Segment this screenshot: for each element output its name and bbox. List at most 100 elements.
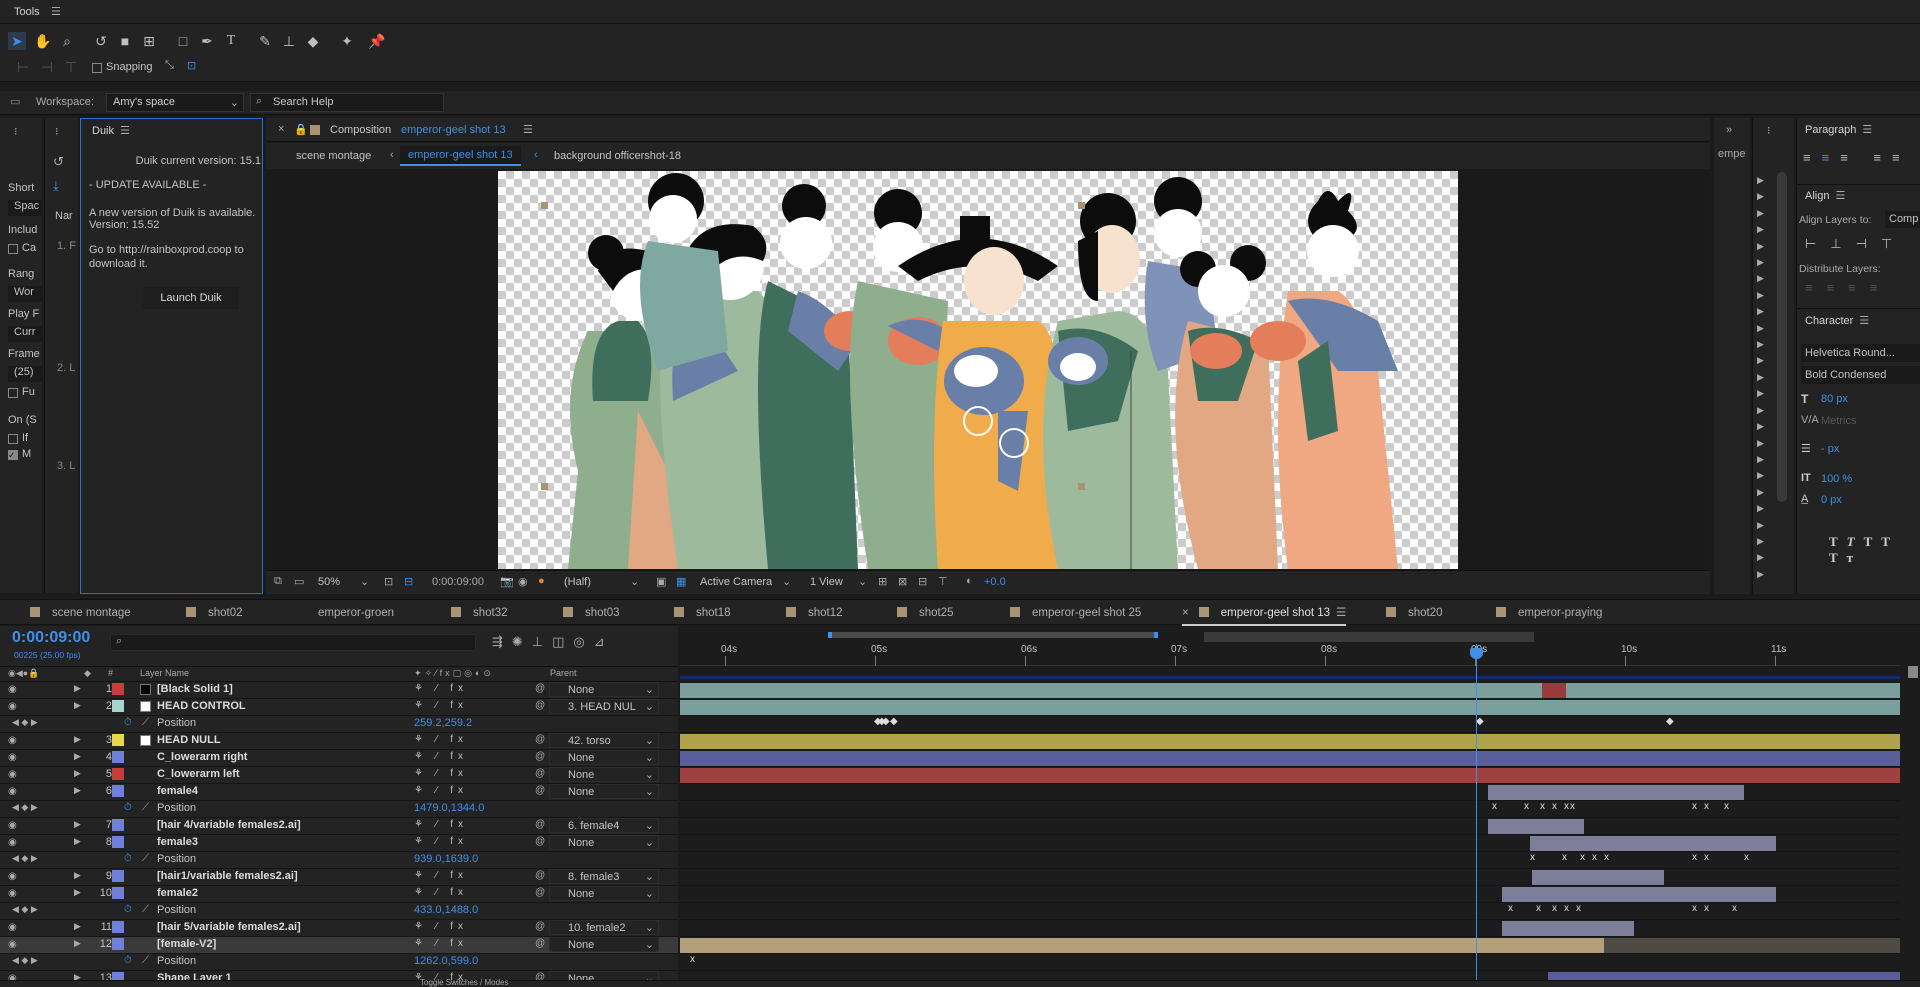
- layer-switches[interactable]: ⚘ ⁄ fx: [414, 819, 468, 830]
- property-row[interactable]: ◀ ◆ ▶ ⏱ ⟋ Position 1479.0,1344.0: [0, 801, 678, 818]
- pick-whip-icon[interactable]: @: [535, 700, 545, 711]
- layer-duration-bar[interactable]: [1532, 870, 1664, 885]
- brush-tool-icon[interactable]: ✎: [256, 32, 274, 50]
- property-value[interactable]: 1262.0,599.0: [414, 955, 478, 967]
- keyframe[interactable]: x: [1692, 852, 1697, 863]
- pick-whip-icon[interactable]: @: [535, 819, 545, 830]
- keyframe[interactable]: x: [1492, 801, 1497, 812]
- layer-duration-bar[interactable]: [680, 751, 1900, 766]
- layer-name[interactable]: [hair 4/variable females2.ai]: [157, 819, 301, 831]
- pick-whip-icon[interactable]: @: [535, 751, 545, 762]
- layer-name[interactable]: female4: [157, 785, 198, 797]
- align-layer-buttons[interactable]: ⊢⊥⊣⊤: [1805, 236, 1906, 252]
- keyframe[interactable]: x: [1724, 801, 1729, 812]
- duik-menu-icon[interactable]: ☰: [120, 119, 130, 143]
- layer-name[interactable]: HEAD NULL: [157, 734, 221, 746]
- layer-switches[interactable]: ⚘ ⁄ fx: [414, 785, 468, 796]
- layer-duration-bar[interactable]: [680, 734, 1900, 749]
- stopwatch-icon[interactable]: ⏱: [124, 853, 132, 864]
- left-select-3[interactable]: (25): [8, 366, 42, 382]
- keyframe[interactable]: x: [1530, 852, 1535, 863]
- clone-stamp-tool-icon[interactable]: ⊥: [280, 32, 298, 50]
- left-select-2[interactable]: Curr: [8, 326, 42, 342]
- layer-row[interactable]: ◉ ▶ 4 C_lowerarm right ⚘ ⁄ fx None ⌄ @: [0, 750, 678, 767]
- left-panel-menu-icon[interactable]: ⁝: [14, 125, 18, 138]
- keyframe-nav-icons[interactable]: ◀ ◆ ▶: [12, 955, 38, 966]
- label-color[interactable]: [112, 683, 124, 695]
- timeline-icon[interactable]: ⊟: [918, 575, 927, 588]
- toggle-pixel-icon[interactable]: ⊞: [878, 575, 887, 588]
- label-color[interactable]: [112, 700, 124, 712]
- zoom-select[interactable]: 50% ⌄: [314, 574, 374, 591]
- timeline-tab-1[interactable]: shot02: [186, 600, 243, 626]
- right-panel-collapse-icon[interactable]: »: [1726, 124, 1732, 136]
- leading-value[interactable]: - px: [1821, 443, 1839, 455]
- roi-icon[interactable]: ▣: [656, 575, 666, 588]
- label-color[interactable]: [112, 938, 124, 950]
- layer-row[interactable]: ◉ ▶ 11 [hair 5/variable females2.ai] ⚘ ⁄ fx 1…: [0, 920, 678, 937]
- type-tool-icon[interactable]: T: [222, 32, 240, 50]
- property-value[interactable]: 1479.0,1344.0: [414, 802, 484, 814]
- expand-triangle-icon[interactable]: ▶: [74, 751, 81, 762]
- layer-duration-bar[interactable]: [680, 683, 1900, 698]
- breadcrumb-item-active[interactable]: emperor-geel shot 13: [400, 146, 521, 166]
- property-row[interactable]: ◀ ◆ ▶ ⏱ ⟋ Position 259.2,259.2: [0, 716, 678, 733]
- visibility-eye-icon[interactable]: ◉: [8, 922, 20, 934]
- visibility-eye-icon[interactable]: ◉: [8, 837, 20, 849]
- layer-switches[interactable]: ⚘ ⁄ fx: [414, 768, 468, 779]
- keyframe[interactable]: x: [1570, 801, 1575, 812]
- time-ruler[interactable]: 04s05s06s07s08s09s10s11s: [680, 644, 1900, 666]
- comp-menu-icon[interactable]: ☰: [523, 123, 533, 136]
- stopwatch-icon[interactable]: ⏱: [124, 955, 132, 966]
- pick-whip-icon[interactable]: @: [535, 887, 545, 898]
- pick-whip-icon[interactable]: @: [535, 938, 545, 949]
- font-style-select[interactable]: Bold Condensed: [1801, 366, 1920, 384]
- breadcrumb-item-0[interactable]: scene montage: [296, 150, 371, 162]
- transparency-grid-icon[interactable]: ▦: [676, 575, 686, 588]
- property-value[interactable]: 259.2,259.2: [414, 717, 472, 729]
- layer-name[interactable]: female3: [157, 836, 198, 848]
- pick-whip-icon[interactable]: @: [535, 734, 545, 745]
- keyframe-nav-icons[interactable]: ◀ ◆ ▶: [12, 904, 38, 915]
- snap-features-icon[interactable]: ⊡: [187, 59, 196, 72]
- graph-icon[interactable]: ⟋: [142, 904, 149, 915]
- view-select[interactable]: 1 View ⌄: [806, 574, 870, 591]
- layer-row[interactable]: ◉ ▶ 8 female3 ⚘ ⁄ fx None ⌄ @: [0, 835, 678, 852]
- keyframe[interactable]: x: [690, 954, 695, 965]
- label-color[interactable]: [112, 785, 124, 797]
- pick-whip-icon[interactable]: @: [535, 870, 545, 881]
- breadcrumb-item-2[interactable]: background officershot-18: [554, 150, 681, 162]
- layer-name[interactable]: [Black Solid 1]: [157, 683, 233, 695]
- layer-switches[interactable]: ⚘ ⁄ fx: [414, 887, 468, 898]
- region-icon[interactable]: ⊟: [404, 575, 413, 588]
- timeline-tab-6[interactable]: shot12: [786, 600, 843, 626]
- keyframe[interactable]: x: [1604, 852, 1609, 863]
- left-select-1[interactable]: Wor: [8, 286, 42, 302]
- keyframe[interactable]: ◆: [882, 716, 890, 727]
- rotate-tool-icon[interactable]: ↺: [92, 32, 110, 50]
- parent-select[interactable]: 10. female2 ⌄: [549, 920, 659, 935]
- keyframe[interactable]: x: [1704, 852, 1709, 863]
- distribute-buttons[interactable]: ≡≡≡≡: [1805, 280, 1891, 295]
- keyframe[interactable]: x: [1564, 903, 1569, 914]
- layer-switches[interactable]: ⚘ ⁄ fx: [414, 836, 468, 847]
- comp-timecode[interactable]: 0:00:09:00: [432, 576, 484, 588]
- snapshot-icon[interactable]: 📷: [500, 575, 514, 588]
- pick-whip-icon[interactable]: @: [535, 785, 545, 796]
- expand-triangle-icon[interactable]: ▶: [74, 938, 81, 949]
- layer-row[interactable]: ◉ ▶ 5 C_lowerarm left ⚘ ⁄ fx None ⌄ @: [0, 767, 678, 784]
- timeline-tab-8[interactable]: emperor-geel shot 25: [1010, 600, 1141, 626]
- layer-row[interactable]: ◉ ▶ 1 [Black Solid 1] ⚘ ⁄ fx None ⌄ @: [0, 682, 678, 699]
- keyframe[interactable]: x: [1540, 801, 1545, 812]
- rectangle-tool-icon[interactable]: □: [174, 32, 192, 50]
- layer-row[interactable]: ◉ ▶ 2 HEAD CONTROL ⚘ ⁄ fx 3. HEAD NUL ⌄ @: [0, 699, 678, 716]
- timeline-tab-active[interactable]: × emperor-geel shot 13 ☰: [1182, 600, 1347, 626]
- timeline-tab-0[interactable]: scene montage: [30, 600, 131, 626]
- label-color[interactable]: [112, 819, 124, 831]
- paragraph-align-buttons[interactable]: ≡≡≡ ≡≡: [1803, 150, 1911, 165]
- paragraph-menu-icon[interactable]: ☰: [1862, 118, 1872, 142]
- fit-icon[interactable]: ⊡: [384, 575, 393, 588]
- expand-triangle-icon[interactable]: ▶: [74, 700, 81, 711]
- visibility-eye-icon[interactable]: ◉: [8, 684, 20, 696]
- keyframe[interactable]: x: [1692, 801, 1697, 812]
